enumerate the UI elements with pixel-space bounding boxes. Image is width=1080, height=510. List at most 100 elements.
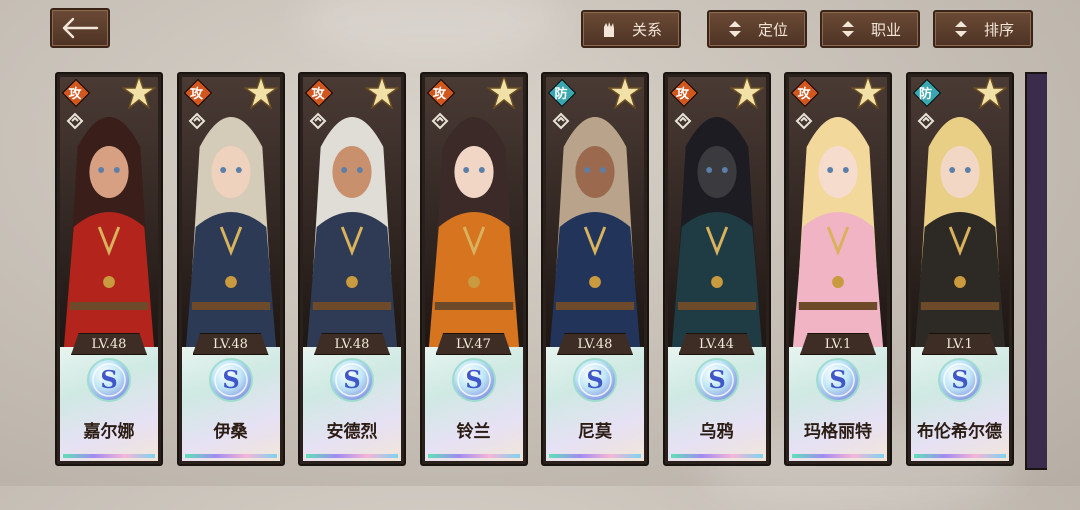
rank-chevron-icon [431, 112, 448, 130]
role-badge: 攻 [304, 78, 334, 108]
role-badge: 攻 [183, 78, 212, 108]
rank-chevron-icon [188, 112, 205, 130]
role-badge: 防 [547, 78, 577, 108]
rank-chevron-icon [309, 112, 327, 130]
glove-icon [600, 20, 618, 38]
rank-chevron-icon [795, 112, 813, 130]
role-badge: 攻 [790, 78, 820, 108]
role-badge-label: 攻 [797, 86, 811, 102]
role-badge-label: 攻 [675, 86, 689, 102]
position-label: 定位 [757, 20, 788, 39]
role-badge-label: 防 [554, 86, 568, 102]
class-label: 职业 [870, 20, 901, 39]
level-label: LV.48 [71, 333, 147, 355]
character-card[interactable]: 攻 LV.47 S 铃兰 [419, 72, 528, 466]
card-info-panel: LV.1 S 布伦希尔德 [910, 333, 1009, 461]
card-info-panel: LV.44 S 乌鸦 [667, 333, 766, 461]
sort-updown-icon [726, 20, 744, 38]
rarity-s-emblem-icon: S [694, 358, 739, 402]
position-filter-button[interactable]: 定位 [707, 10, 807, 48]
character-card[interactable]: 攻 LV.44 S 乌鸦 [662, 72, 771, 466]
relation-button[interactable]: 关系 [581, 10, 681, 48]
card-info-panel: LV.1 S 玛格丽特 [789, 333, 887, 461]
character-name: 伊桑 [213, 422, 248, 442]
rarity-s-emblem-icon: S [451, 358, 496, 402]
character-card[interactable]: 攻 LV.48 S 伊桑 [176, 72, 285, 466]
level-label: LV.48 [192, 333, 269, 355]
star-icon [729, 77, 764, 109]
character-portrait: 攻 [60, 77, 158, 347]
star-icon [243, 77, 278, 109]
rarity-letter: S [951, 365, 968, 394]
role-badge: 攻 [61, 78, 91, 108]
star-icon [972, 77, 1007, 109]
character-name: 玛格丽特 [804, 422, 872, 442]
level-label: LV.1 [800, 333, 876, 355]
star-icon [365, 77, 399, 109]
role-badge-label: 攻 [432, 86, 446, 102]
character-portrait: 防 [546, 77, 644, 347]
rarity-s-emblem-icon: S [208, 358, 253, 402]
card-info-panel: LV.48 S 嘉尔娜 [60, 333, 158, 461]
rarity-letter: S [343, 365, 360, 394]
role-badge-label: 攻 [68, 86, 82, 102]
sort-updown-icon [952, 20, 970, 38]
character-card[interactable]: 攻 LV.1 S 玛格丽特 [784, 72, 892, 466]
rank-chevron-icon [917, 112, 934, 130]
sort-updown-icon [839, 20, 857, 38]
card-info-panel: LV.48 S 尼莫 [546, 333, 644, 461]
character-portrait: 攻 [303, 77, 401, 347]
star-icon [608, 77, 642, 109]
role-badge-label: 攻 [311, 86, 325, 102]
sort-button[interactable]: 排序 [933, 10, 1033, 48]
character-name: 安德烈 [326, 422, 378, 442]
partial-character-card[interactable] [1025, 72, 1047, 470]
card-info-panel: LV.48 S 安德烈 [303, 333, 401, 461]
rarity-letter: S [708, 365, 725, 394]
card-info-panel: LV.47 S 铃兰 [424, 333, 523, 461]
rarity-s-emblem-icon: S [937, 358, 982, 402]
rank-chevron-icon [552, 112, 570, 130]
star-icon [851, 77, 885, 109]
character-portrait: 防 [910, 77, 1009, 347]
character-card[interactable]: 攻 LV.48 S 嘉尔娜 [55, 72, 163, 466]
role-badge-label: 防 [918, 86, 932, 102]
class-filter-button[interactable]: 职业 [820, 10, 920, 48]
level-label: LV.1 [921, 333, 998, 355]
star-icon [122, 77, 156, 109]
background-smoke [300, 0, 560, 60]
character-name: 乌鸦 [699, 422, 734, 442]
character-card[interactable]: 防 LV.48 S 尼莫 [541, 72, 649, 466]
character-name: 嘉尔娜 [83, 422, 135, 442]
character-portrait: 攻 [181, 77, 280, 347]
character-name: 铃兰 [456, 422, 491, 442]
role-badge: 防 [912, 78, 941, 108]
rarity-letter: S [586, 365, 603, 394]
level-label: LV.48 [314, 333, 390, 355]
role-badge-label: 攻 [189, 86, 203, 102]
left-arrow-icon [62, 17, 99, 39]
level-label: LV.44 [678, 333, 755, 355]
level-label: LV.47 [435, 333, 512, 355]
character-name: 布伦希尔德 [917, 422, 1002, 442]
level-label: LV.48 [557, 333, 633, 355]
relation-label: 关系 [631, 20, 662, 39]
rarity-s-emblem-icon: S [816, 358, 860, 402]
rarity-s-emblem-icon: S [87, 358, 131, 402]
sort-label: 排序 [983, 20, 1014, 39]
character-card[interactable]: 攻 LV.48 S 安德烈 [298, 72, 406, 466]
rarity-letter: S [222, 365, 239, 394]
character-name: 尼莫 [578, 422, 612, 442]
character-portrait: 攻 [667, 77, 766, 347]
rarity-letter: S [100, 365, 117, 394]
rarity-s-emblem-icon: S [330, 358, 374, 402]
rarity-letter: S [829, 365, 846, 394]
rank-chevron-icon [674, 112, 691, 130]
card-info-panel: LV.48 S 伊桑 [181, 333, 280, 461]
rank-chevron-icon [66, 112, 84, 130]
back-button[interactable] [50, 8, 110, 48]
role-badge: 攻 [669, 78, 698, 108]
star-icon [486, 77, 521, 109]
character-card[interactable]: 防 LV.1 S 布伦希尔德 [905, 72, 1014, 466]
rarity-s-emblem-icon: S [573, 358, 617, 402]
